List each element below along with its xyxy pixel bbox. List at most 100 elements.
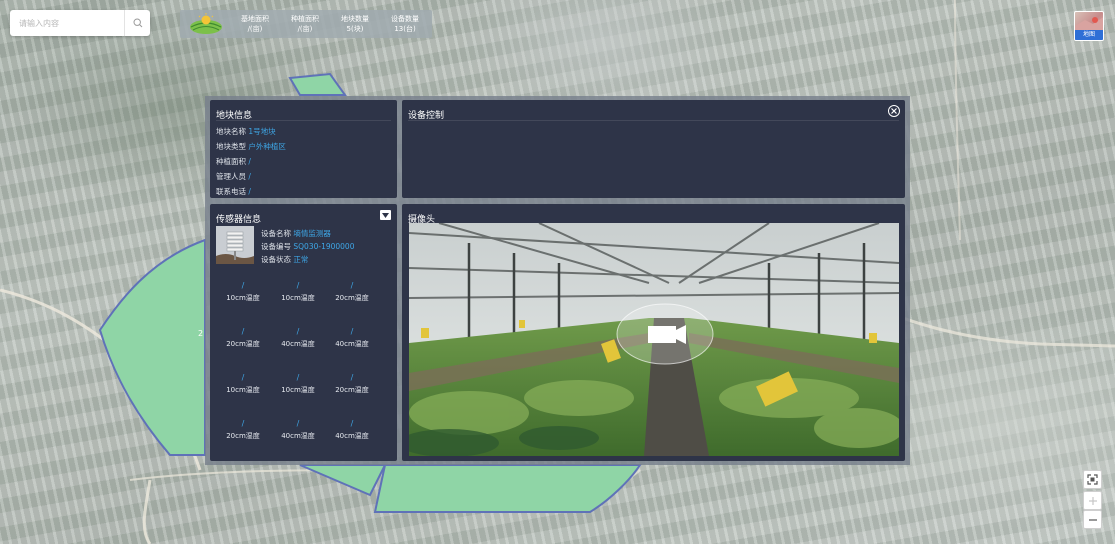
field-plot — [299, 464, 387, 497]
reading-label: 10cm温度 — [226, 294, 260, 302]
reading-label: 20cm温度 — [335, 386, 369, 394]
caret-down-icon — [382, 212, 389, 218]
info-row-phone: 联系电话 / — [216, 186, 251, 197]
reading-label: 40cm温度 — [335, 432, 369, 440]
reading-value: / — [241, 419, 245, 428]
info-value: / — [248, 157, 251, 166]
sensor-reading: / 40cm温度 — [327, 327, 377, 349]
stats-bar: 基地面积 /(亩) 种植面积 /(亩) 地块数量 5(块) 设备数量 13(台) — [180, 10, 432, 38]
reading-label: 20cm温度 — [226, 340, 260, 348]
reading-label: 10cm温度 — [281, 294, 315, 302]
plot-info-panel: 地块信息 地块名称 1号地块 地块类型 户外种植区 种植面积 / 管理人员 / … — [210, 100, 397, 198]
camera-icon — [616, 303, 714, 365]
sensor-reading: / 10cm温度 — [273, 373, 323, 395]
sensor-reading: / 20cm温度 — [327, 281, 377, 303]
stat-plot-count: 地块数量 5(块) — [332, 14, 378, 34]
stat-value: /(亩) — [297, 25, 313, 33]
info-value: 户外种植区 — [248, 142, 286, 151]
reading-label: 20cm湿度 — [226, 432, 260, 440]
info-label: 地块类型 — [216, 142, 246, 151]
reading-value: / — [296, 281, 300, 290]
plus-icon — [1088, 496, 1097, 505]
stat-value: /(亩) — [247, 25, 263, 33]
reading-label: 20cm温度 — [335, 294, 369, 302]
plot-detail-modal: 地块信息 地块名称 1号地块 地块类型 户外种植区 种植面积 / 管理人员 / … — [205, 96, 910, 465]
stat-label: 地块数量 — [341, 15, 369, 23]
reading-value: / — [296, 419, 300, 428]
stat-label: 种植面积 — [291, 15, 319, 23]
stat-device-count: 设备数量 13(台) — [382, 14, 428, 34]
info-row-plot-name: 地块名称 1号地块 — [216, 126, 276, 137]
close-button[interactable] — [888, 105, 900, 117]
map-plot-label: 2 — [198, 329, 204, 338]
stat-value: 13(台) — [394, 25, 416, 33]
field-plot — [288, 72, 347, 96]
device-name: 墒情监测器 — [293, 229, 331, 238]
search-box — [10, 10, 150, 36]
soil-sensor-illustration — [216, 226, 254, 264]
device-name-label: 设备名称 — [261, 229, 291, 238]
sensor-reading: / 40cm温度 — [273, 327, 323, 349]
search-input[interactable] — [10, 10, 124, 36]
reading-label: 10cm温度 — [226, 386, 260, 394]
reading-label: 10cm温度 — [281, 386, 315, 394]
reading-value: / — [350, 419, 354, 428]
info-row-manager: 管理人员 / — [216, 171, 251, 182]
info-value: / — [248, 187, 251, 196]
device-code-label: 设备编号 — [261, 242, 291, 251]
reading-value: / — [296, 327, 300, 336]
stat-value: 5(块) — [346, 25, 364, 33]
reading-value: / — [241, 327, 245, 336]
fullscreen-button[interactable] — [1083, 470, 1102, 489]
info-value: / — [248, 172, 251, 181]
device-name-row: 设备名称 墒情监测器 — [261, 228, 331, 239]
sensor-reading: / 10cm温度 — [273, 281, 323, 303]
map-type-label: 地图 — [1075, 30, 1103, 40]
map-type-toggle[interactable]: 地图 — [1074, 11, 1104, 41]
reading-value: / — [350, 281, 354, 290]
stat-planting-area: 种植面积 /(亩) — [282, 14, 328, 34]
camera-ptz-control[interactable] — [615, 303, 715, 365]
sensor-select-dropdown[interactable] — [380, 210, 391, 220]
fullscreen-icon — [1087, 474, 1098, 485]
info-label: 联系电话 — [216, 187, 246, 196]
farm-logo-icon — [190, 13, 222, 34]
info-row-planting-area: 种植面积 / — [216, 156, 251, 167]
stat-label: 基地面积 — [241, 15, 269, 23]
stat-label: 设备数量 — [391, 15, 419, 23]
info-label: 种植面积 — [216, 157, 246, 166]
device-code-row: 设备编号 SQ030-1900000 — [261, 241, 354, 252]
device-control-panel: 设备控制 — [402, 100, 905, 198]
info-label: 管理人员 — [216, 172, 246, 181]
sensor-reading: / 40cm温度 — [327, 419, 377, 441]
map-thumbnail-icon — [1075, 17, 1103, 32]
camera-panel: 摄像头 — [402, 204, 905, 461]
reading-label: 40cm温度 — [281, 340, 315, 348]
sensor-reading: / 20cm温度 — [218, 327, 268, 349]
search-button[interactable] — [124, 10, 150, 36]
sensor-reading: / 10cm温度 — [218, 281, 268, 303]
reading-value: / — [241, 281, 245, 290]
sensor-reading: / 20cm湿度 — [218, 419, 268, 441]
minus-icon — [1088, 518, 1097, 521]
device-status-row: 设备状态 正常 — [261, 254, 308, 265]
info-row-plot-type: 地块类型 户外种植区 — [216, 141, 286, 152]
sensor-reading: / 20cm温度 — [327, 373, 377, 395]
zoom-out-button[interactable] — [1083, 510, 1102, 529]
sensor-info-panel: 传感器信息 设备名称 墒情监测器 设备编号 SQ030-1900000 设备状态… — [210, 204, 397, 461]
device-image — [216, 226, 254, 264]
camera-video-feed[interactable] — [409, 223, 899, 456]
divider — [408, 120, 899, 121]
device-status: 正常 — [293, 255, 309, 264]
device-status-label: 设备状态 — [261, 255, 291, 264]
search-icon — [132, 18, 142, 28]
stat-base-area: 基地面积 /(亩) — [232, 14, 278, 34]
divider — [216, 120, 391, 121]
reading-value: / — [296, 373, 300, 382]
device-code: SQ030-1900000 — [293, 242, 355, 251]
zoom-in-button[interactable] — [1083, 491, 1102, 510]
sensor-reading: / 40cm湿度 — [273, 419, 323, 441]
sensor-info-title: 传感器信息 — [216, 215, 262, 225]
reading-value: / — [350, 327, 354, 336]
info-label: 地块名称 — [216, 127, 246, 136]
